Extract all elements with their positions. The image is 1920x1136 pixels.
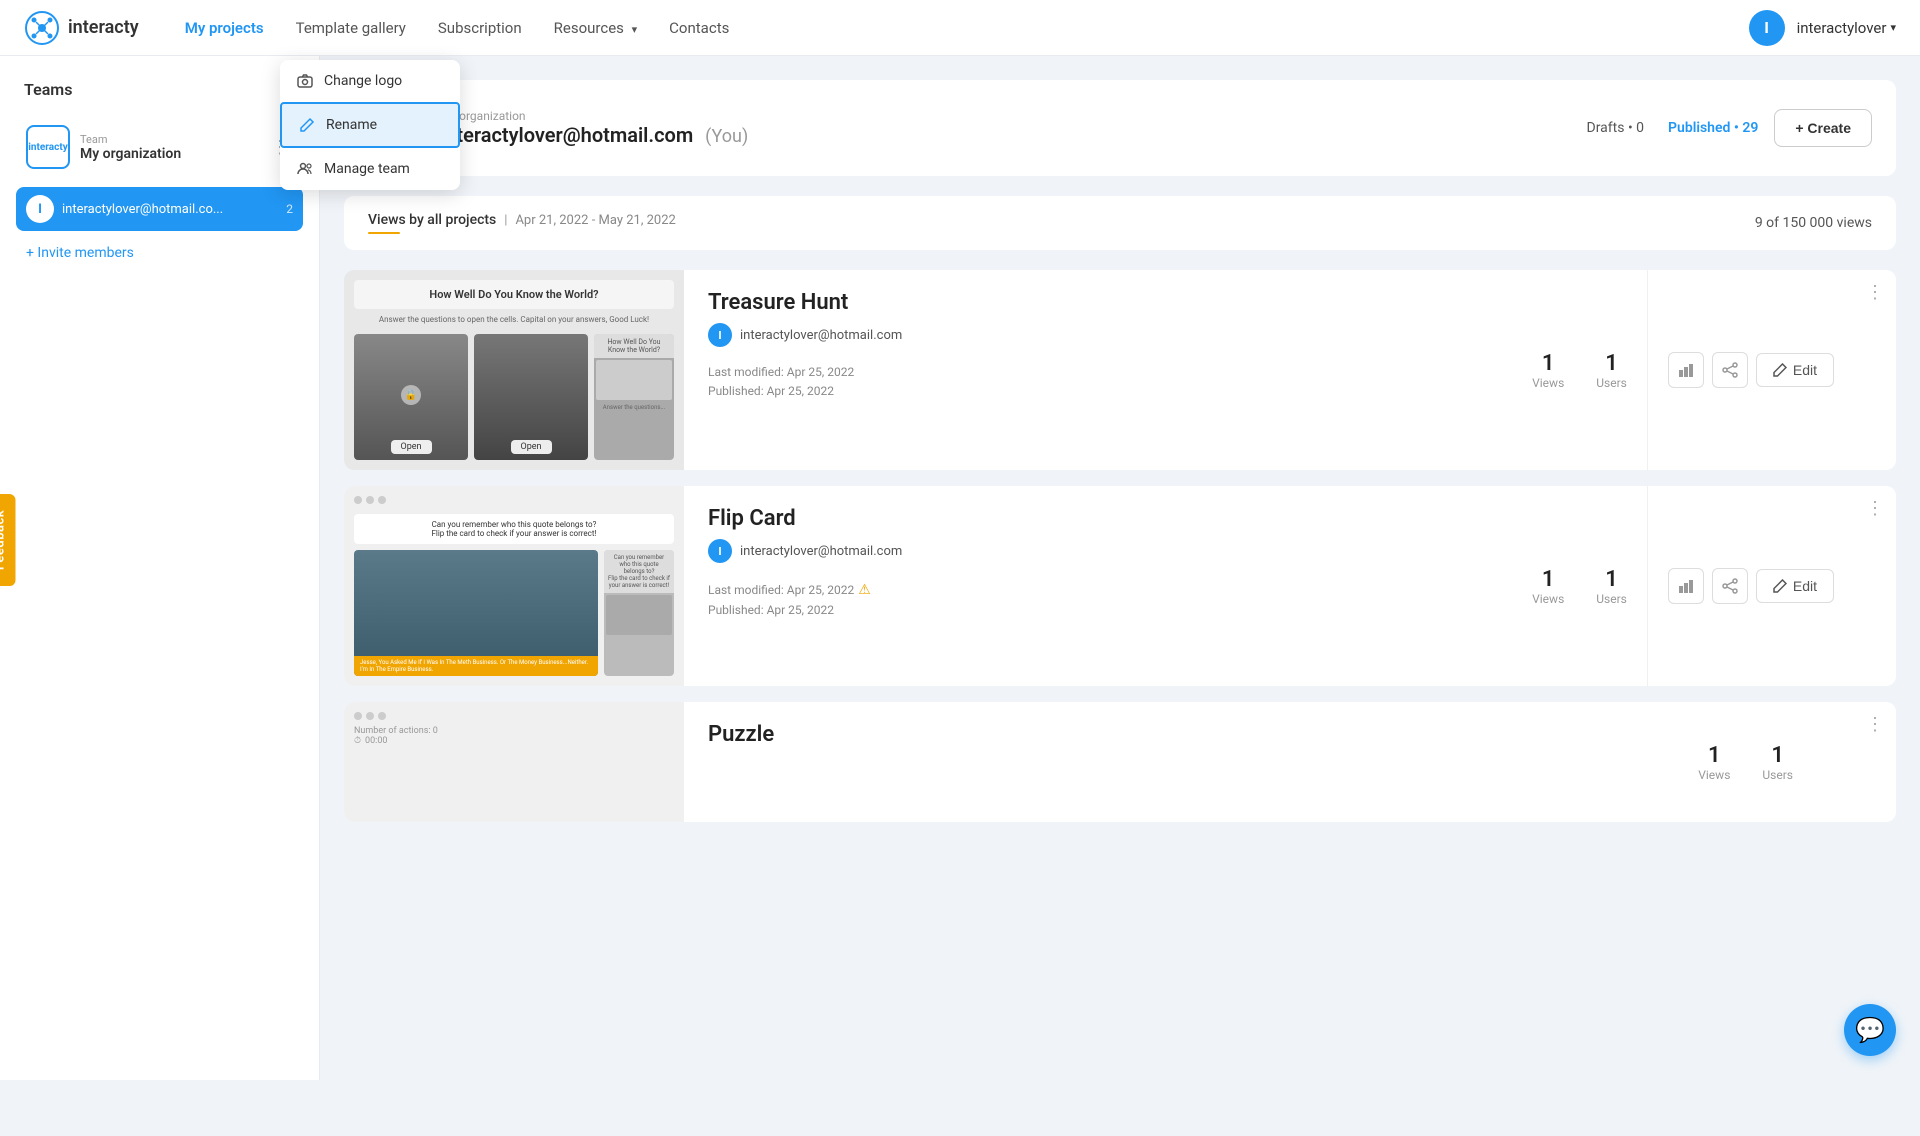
team-logo: interacty <box>26 125 70 169</box>
project-card: Can you remember who this quote belongs … <box>344 486 1896 686</box>
team-info: Team My organization <box>80 133 257 162</box>
project-author: I interactylover@hotmail.com <box>708 539 1488 563</box>
card-more-button[interactable]: ⋮ <box>1854 270 1896 315</box>
users-stat: 1 Users <box>1596 351 1627 390</box>
published-stat[interactable]: Published • 29 <box>1668 120 1758 136</box>
logo[interactable]: interacty <box>24 10 139 46</box>
project-title: Treasure Hunt <box>708 290 1488 315</box>
people-icon <box>296 160 314 178</box>
member-item[interactable]: I interactylover@hotmail.co... 2 <box>16 187 303 231</box>
warning-icon: ⚠ <box>858 579 871 601</box>
org-header: interacty My organization interactylover… <box>344 80 1896 176</box>
project-thumbnail-flip-card: Can you remember who this quote belongs … <box>344 486 684 686</box>
project-author: I interactylover@hotmail.com <box>708 323 1488 347</box>
nav-contacts[interactable]: Contacts <box>655 11 743 45</box>
content-area: interacty My organization interactylover… <box>320 56 1920 1080</box>
create-button[interactable]: + Create <box>1774 109 1872 147</box>
change-logo-item[interactable]: Change logo <box>280 60 460 102</box>
nav-right: I interactylover ▾ <box>1749 10 1896 46</box>
team-item[interactable]: interacty Team My organization ⋮ <box>16 115 303 179</box>
project-card: How Well Do You Know the World? Answer t… <box>344 270 1896 470</box>
author-avatar: I <box>708 539 732 563</box>
nav-links: My projects Template gallery Subscriptio… <box>171 11 1749 45</box>
project-info: Flip Card I interactylover@hotmail.com L… <box>684 486 1512 686</box>
project-stats: 1 Views 1 Users <box>1512 270 1647 470</box>
project-meta: Last modified: Apr 25, 2022 Published: A… <box>708 363 1488 401</box>
nav-subscription[interactable]: Subscription <box>424 11 536 45</box>
sidebar: Teams interacty Team My organization ⋮ <box>0 56 320 1080</box>
user-avatar[interactable]: I <box>1749 10 1785 46</box>
invite-members-button[interactable]: + Invite members <box>16 235 303 271</box>
edit-button[interactable]: Edit <box>1756 353 1834 387</box>
views-label-area: Views by all projects | Apr 21, 2022 - M… <box>368 212 676 234</box>
card-more-button[interactable]: ⋮ <box>1854 702 1896 747</box>
project-info: Puzzle <box>684 702 1678 822</box>
edit-icon <box>298 116 316 134</box>
chevron-down-icon: ▾ <box>632 23 638 36</box>
project-title: Flip Card <box>708 506 1488 531</box>
author-avatar: I <box>708 323 732 347</box>
project-thumbnail-treasure-hunt: How Well Do You Know the World? Answer t… <box>344 270 684 470</box>
project-card: Number of actions: 0 ⏱00:00 Puzzle 1 Vie… <box>344 702 1896 822</box>
nav-my-projects[interactable]: My projects <box>171 11 278 45</box>
analytics-button[interactable] <box>1668 352 1704 388</box>
views-stat: 1 Views <box>1698 743 1730 782</box>
project-info: Treasure Hunt I interactylover@hotmail.c… <box>684 270 1512 470</box>
edit-button[interactable]: Edit <box>1756 569 1834 603</box>
user-name-button[interactable]: interactylover ▾ <box>1797 19 1896 37</box>
project-actions: Edit <box>1647 270 1854 470</box>
manage-team-item[interactable]: Manage team <box>280 148 460 190</box>
org-details: My organization interactylover@hotmail.c… <box>440 109 1571 147</box>
nav-template-gallery[interactable]: Template gallery <box>282 11 420 45</box>
member-email: interactylover@hotmail.co... <box>62 202 278 217</box>
views-count: 9 of 150 000 views <box>1755 215 1872 231</box>
views-stat: 1 Views <box>1532 351 1564 390</box>
project-actions: Edit <box>1647 486 1854 686</box>
nav-resources[interactable]: Resources ▾ <box>540 11 652 45</box>
chat-icon: 💬 <box>1855 1016 1885 1044</box>
main-layout: Teams interacty Team My organization ⋮ <box>0 56 1920 1080</box>
views-stat: 1 Views <box>1532 567 1564 606</box>
sidebar-title: Teams <box>16 80 303 99</box>
feedback-tab[interactable]: Feedback <box>0 494 16 586</box>
project-title: Puzzle <box>708 722 1654 747</box>
rename-item[interactable]: Rename <box>280 102 460 148</box>
chat-button[interactable]: 💬 <box>1844 1004 1896 1056</box>
share-button[interactable] <box>1712 568 1748 604</box>
drafts-stat: Drafts • 0 <box>1587 120 1645 136</box>
project-stats: 1 Views 1 Users <box>1512 486 1647 686</box>
users-stat: 1 Users <box>1762 743 1793 782</box>
camera-icon <box>296 72 314 90</box>
analytics-button[interactable] <box>1668 568 1704 604</box>
org-email-line: interactylover@hotmail.com (You) <box>440 123 1571 147</box>
share-button[interactable] <box>1712 352 1748 388</box>
views-bar: Views by all projects | Apr 21, 2022 - M… <box>344 196 1896 250</box>
chevron-down-icon: ▾ <box>1890 21 1896 34</box>
member-count: 2 <box>286 202 293 216</box>
card-more-button[interactable]: ⋮ <box>1854 486 1896 531</box>
navbar: interacty My projects Template gallery S… <box>0 0 1920 56</box>
project-stats: 1 Views 1 Users <box>1678 702 1813 822</box>
logo-icon <box>24 10 60 46</box>
dropdown-menu: Change logo Rename <box>280 60 460 190</box>
project-thumbnail-puzzle: Number of actions: 0 ⏱00:00 <box>344 702 684 822</box>
logo-text: interacty <box>68 17 139 38</box>
org-stats: Drafts • 0 Published • 29 <box>1587 120 1759 136</box>
users-stat: 1 Users <box>1596 567 1627 606</box>
member-avatar: I <box>26 195 54 223</box>
project-meta: Last modified: Apr 25, 2022 ⚠ Published:… <box>708 579 1488 621</box>
